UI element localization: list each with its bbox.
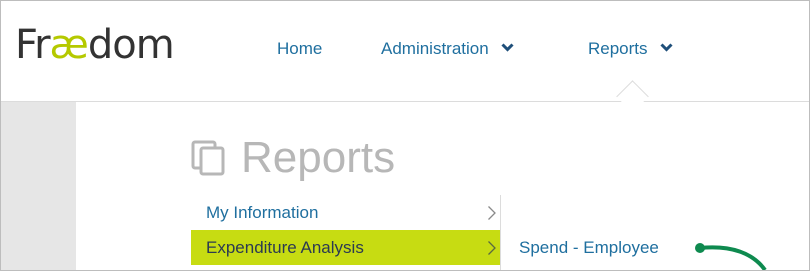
app-window: Frædom Home Administration Reports Repor…	[0, 0, 810, 271]
annotation-pointer	[695, 243, 767, 270]
